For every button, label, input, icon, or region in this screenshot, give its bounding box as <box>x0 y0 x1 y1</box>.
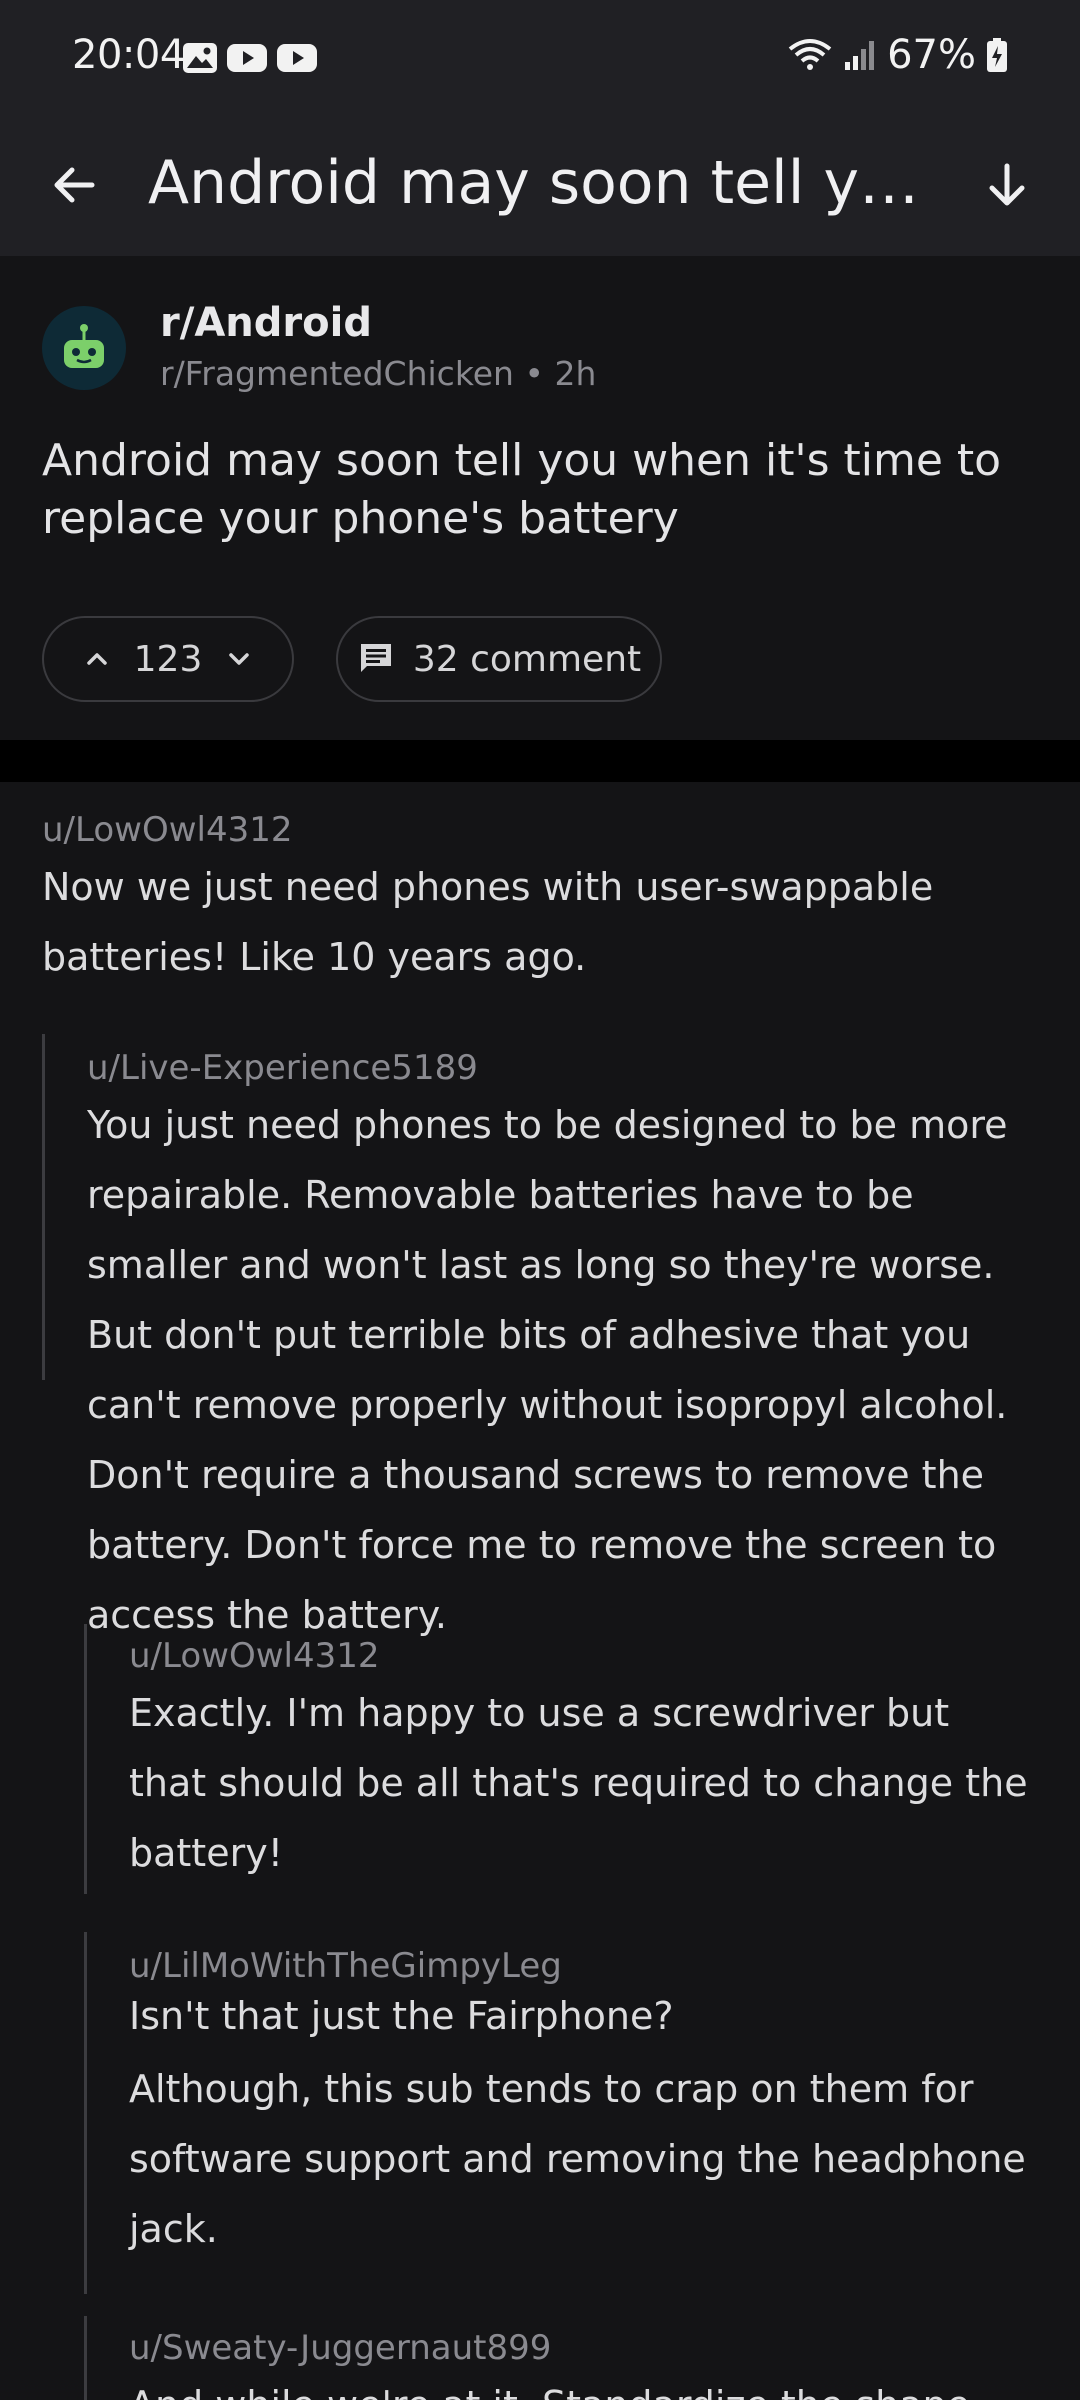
signal-icon <box>845 41 875 70</box>
comment-paragraph: You just need phones to be designed to b… <box>87 1103 1008 1637</box>
status-time: 20:04 <box>72 32 185 78</box>
youtube-icon <box>227 44 267 72</box>
comment[interactable]: u/Sweaty-Juggernaut899 And while we're a… <box>129 2326 1029 2400</box>
post-meta: r/FragmentedChicken • 2h <box>160 354 596 393</box>
thread-line <box>42 1034 45 1380</box>
comment[interactable]: u/Live-Experience5189 You just need phon… <box>87 1046 1037 1650</box>
post-title[interactable]: Android may soon tell you when it's time… <box>42 432 1042 548</box>
image-icon <box>183 43 217 73</box>
comment-author[interactable]: u/Live-Experience5189 <box>87 1046 1037 1090</box>
comment-paragraph: Isn't that just the Fairphone? <box>129 1994 674 2038</box>
vote-control: 123 <box>42 616 294 702</box>
section-divider <box>0 740 1080 782</box>
post-author[interactable]: r/FragmentedChicken <box>160 354 514 393</box>
youtube-icon <box>277 44 317 72</box>
arrow-left-icon <box>54 167 95 203</box>
next-comment-button[interactable] <box>972 150 1042 220</box>
battery-percent: 67% <box>887 32 976 78</box>
comment-icon <box>360 644 391 672</box>
vote-score: 123 <box>133 638 203 680</box>
comment-author[interactable]: u/LowOwl4312 <box>129 1634 1029 1678</box>
comment-paragraph: And while we're at it. Standardize the s… <box>129 2370 1029 2400</box>
app-bar-title: Android may soon tell you when it's time… <box>148 148 938 218</box>
comment-body: Exactly. I'm happy to use a screwdriver … <box>129 1678 1029 1888</box>
comment-list: u/LowOwl4312 Now we just need phones wit… <box>0 782 1080 2400</box>
arrow-down-icon <box>989 163 1025 206</box>
downvote-icon[interactable] <box>224 644 254 674</box>
subreddit-name[interactable]: r/Android <box>160 300 372 346</box>
subreddit-avatar[interactable] <box>42 306 126 390</box>
comment-body: Isn't that just the Fairphone? Although,… <box>129 1988 1029 2264</box>
comment-author[interactable]: u/LilMoWithTheGimpyLeg <box>129 1944 1029 1988</box>
comment-paragraph: Although, this sub tends to crap on them… <box>129 2067 1026 2251</box>
post-age: 2h <box>554 354 597 393</box>
comment-paragraph: Now we just need phones with user-swappa… <box>42 865 934 979</box>
android-robot-icon <box>64 324 104 368</box>
status-bar: 20:04 67% <box>0 0 1080 120</box>
comments-button[interactable]: 32 comment <box>336 616 662 702</box>
comment-body: You just need phones to be designed to b… <box>87 1090 1037 1650</box>
back-button[interactable] <box>40 150 110 220</box>
comments-count: 32 comment <box>412 638 642 680</box>
meta-separator: • <box>524 354 544 393</box>
comment-author[interactable]: u/Sweaty-Juggernaut899 <box>129 2326 1029 2370</box>
thread-line <box>84 1624 87 1894</box>
comment[interactable]: u/LowOwl4312 Now we just need phones wit… <box>42 808 1042 992</box>
post-header: r/Android r/FragmentedChicken • 2h Andro… <box>0 256 1080 740</box>
comment-body: Now we just need phones with user-swappa… <box>42 852 1042 992</box>
comment-paragraph: Exactly. I'm happy to use a screwdriver … <box>129 1691 1028 1875</box>
upvote-icon[interactable] <box>82 644 112 674</box>
notification-icons <box>182 42 318 74</box>
comment-body: And while we're at it. Standardize the s… <box>129 2370 1029 2400</box>
status-right: 67% <box>787 32 1008 78</box>
comment[interactable]: u/LilMoWithTheGimpyLeg Isn't that just t… <box>129 1944 1029 2264</box>
thread-line <box>84 1932 87 2294</box>
comment-author[interactable]: u/LowOwl4312 <box>42 808 1042 852</box>
comment[interactable]: u/LowOwl4312 Exactly. I'm happy to use a… <box>129 1634 1029 1888</box>
thread-line <box>84 2316 87 2400</box>
wifi-icon <box>788 39 832 70</box>
app-bar: Android may soon tell you when it's time… <box>0 120 1080 256</box>
battery-charging-icon <box>987 38 1007 72</box>
